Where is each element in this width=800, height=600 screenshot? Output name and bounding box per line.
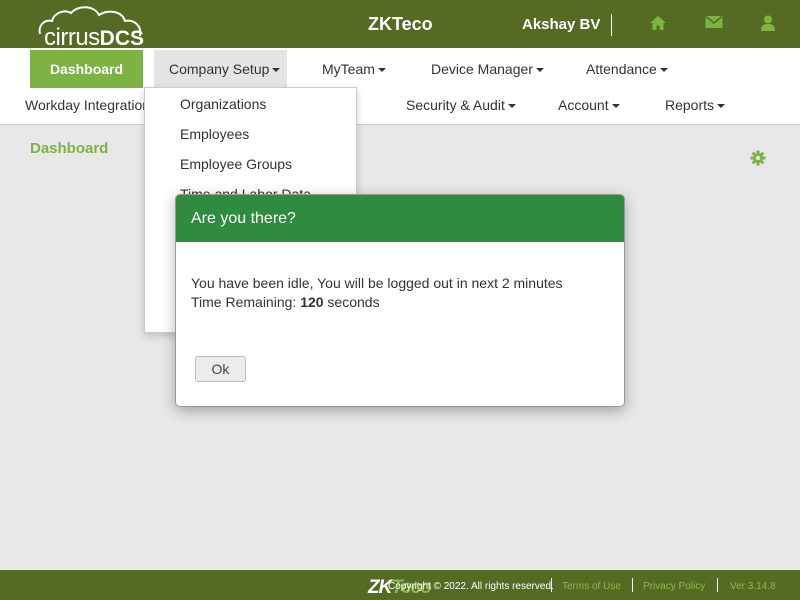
- page-title: Dashboard: [30, 140, 109, 157]
- idle-message: You have been idle, You will be logged o…: [191, 275, 563, 291]
- top-header: cirrusDCS ZKTeco Akshay BV: [0, 0, 800, 51]
- copyright-text: Copyright © 2022. All rights reserved.: [388, 581, 554, 592]
- footer-divider: [632, 578, 633, 592]
- chevron-down-icon: [659, 68, 668, 73]
- nav-workday-integration[interactable]: Workday Integration: [25, 86, 162, 124]
- modal-title: Are you there?: [176, 195, 624, 242]
- modal-body: You have been idle, You will be logged o…: [176, 242, 624, 312]
- dropdown-item-employee-groups[interactable]: Employee Groups: [180, 156, 292, 172]
- user-icon[interactable]: [761, 15, 781, 33]
- chevron-down-icon: [507, 104, 516, 109]
- main-nav: Dashboard Company Setup MyTeam Device Ma…: [0, 48, 800, 125]
- chevron-down-icon: [535, 68, 544, 73]
- nav-device-manager[interactable]: Device Manager: [431, 50, 544, 88]
- terms-of-use-link[interactable]: Terms of Use: [562, 581, 621, 592]
- user-name[interactable]: Akshay BV: [522, 16, 600, 33]
- home-icon[interactable]: [649, 15, 669, 33]
- nav-company-setup[interactable]: Company Setup: [154, 50, 287, 88]
- ok-button[interactable]: Ok: [195, 356, 246, 382]
- footer-divider: [551, 578, 552, 592]
- brand-title: ZKTeco: [368, 14, 433, 34]
- nav-myteam[interactable]: MyTeam: [322, 50, 386, 88]
- chevron-down-icon: [611, 104, 620, 109]
- nav-security-audit[interactable]: Security & Audit: [406, 86, 516, 124]
- chevron-down-icon: [377, 68, 386, 73]
- time-remaining: Time Remaining: 120 seconds: [191, 294, 380, 310]
- chevron-down-icon: [717, 104, 726, 109]
- footer-divider: [717, 578, 718, 592]
- nav-account[interactable]: Account: [558, 86, 620, 124]
- gear-icon[interactable]: [750, 150, 766, 166]
- privacy-policy-link[interactable]: Privacy Policy: [643, 581, 705, 592]
- nav-dashboard[interactable]: Dashboard: [30, 50, 143, 88]
- nav-attendance[interactable]: Attendance: [586, 50, 668, 88]
- chevron-down-icon: [272, 68, 281, 73]
- cirrus-dcs-logo[interactable]: cirrusDCS: [36, 4, 146, 51]
- header-divider: [611, 14, 612, 36]
- nav-reports[interactable]: Reports: [665, 86, 726, 124]
- dropdown-item-organizations[interactable]: Organizations: [180, 96, 266, 112]
- remaining-seconds: 120: [300, 294, 324, 310]
- idle-timeout-modal: Are you there? You have been idle, You w…: [175, 194, 625, 407]
- dropdown-item-employees[interactable]: Employees: [180, 126, 249, 142]
- version-text: Ver 3.14.8: [730, 581, 776, 592]
- envelope-icon[interactable]: [705, 15, 725, 33]
